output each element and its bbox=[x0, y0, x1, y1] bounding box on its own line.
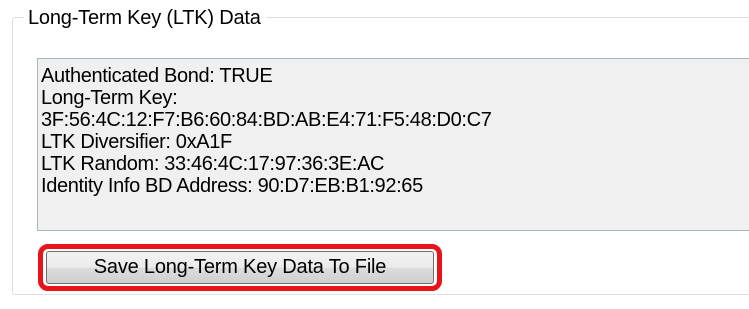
ltk-data-textbox[interactable]: Authenticated Bond: TRUE Long-Term Key: … bbox=[37, 58, 749, 231]
ltk-random-line: LTK Random: 33:46:4C:17:97:36:3E:AC bbox=[41, 153, 385, 175]
save-ltk-data-button[interactable]: Save Long-Term Key Data To File bbox=[46, 251, 434, 284]
identity-bd-address-line: Identity Info BD Address: 90:D7:EB:B1:92… bbox=[41, 175, 423, 197]
authenticated-bond-line: Authenticated Bond: TRUE bbox=[41, 65, 273, 87]
groupbox-title: Long-Term Key (LTK) Data bbox=[24, 6, 266, 30]
long-term-key-value-line: 3F:56:4C:12:F7:B6:60:84:BD:AB:E4:71:F5:4… bbox=[41, 109, 492, 131]
ltk-diversifier-line: LTK Diversifier: 0xA1F bbox=[41, 131, 232, 153]
long-term-key-label-line: Long-Term Key: bbox=[41, 87, 178, 109]
